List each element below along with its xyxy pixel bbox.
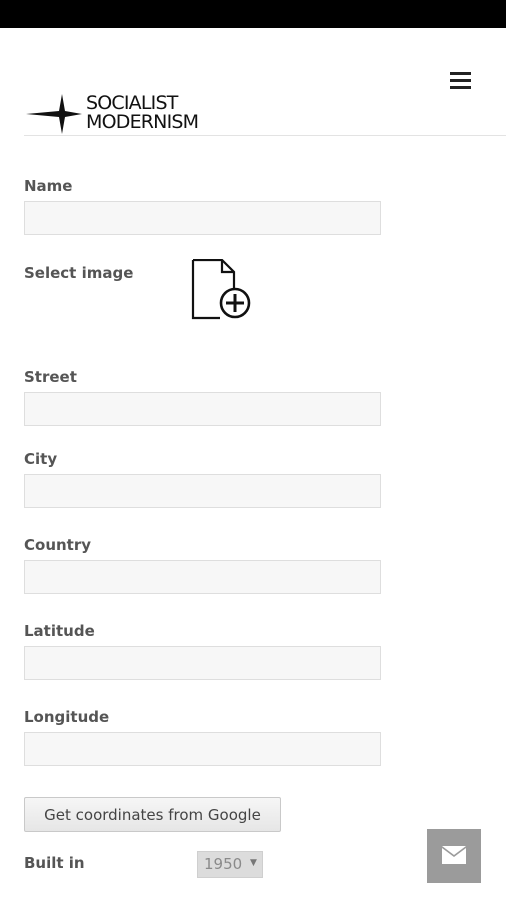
mail-icon [442, 846, 466, 864]
menu-bar-middle [450, 79, 471, 82]
longitude-label: Longitude [24, 708, 110, 726]
get-coordinates-button[interactable]: Get coordinates from Google [24, 797, 281, 832]
star-logo-icon [26, 94, 82, 134]
add-file-icon [191, 258, 251, 320]
select-image-button[interactable] [190, 258, 254, 323]
built-in-year-select[interactable]: 1950 ▼ [197, 851, 263, 878]
latitude-field[interactable] [24, 646, 381, 680]
name-label: Name [24, 177, 73, 195]
country-label: Country [24, 536, 92, 554]
header-divider [24, 135, 506, 136]
menu-bar-bottom [450, 86, 471, 89]
site-logo[interactable]: SOCIALIST MODERNISM [26, 92, 226, 136]
contact-mail-button[interactable] [427, 829, 481, 883]
status-bar [0, 0, 506, 28]
hamburger-menu-button[interactable] [448, 70, 474, 94]
logo-text: SOCIALIST MODERNISM [86, 94, 199, 133]
name-field[interactable] [24, 201, 381, 235]
built-in-year-value: 1950 [204, 855, 243, 873]
longitude-field[interactable] [24, 732, 381, 766]
built-in-label: Built in [24, 854, 85, 872]
latitude-label: Latitude [24, 622, 95, 640]
menu-bar-top [450, 72, 471, 75]
logo-line-2: MODERNISM [86, 111, 199, 133]
country-field[interactable] [24, 560, 381, 594]
street-label: Street [24, 368, 77, 386]
street-field[interactable] [24, 392, 381, 426]
city-label: City [24, 450, 58, 468]
dropdown-arrow-icon: ▼ [250, 858, 257, 868]
select-image-label: Select image [24, 264, 134, 282]
city-field[interactable] [24, 474, 381, 508]
